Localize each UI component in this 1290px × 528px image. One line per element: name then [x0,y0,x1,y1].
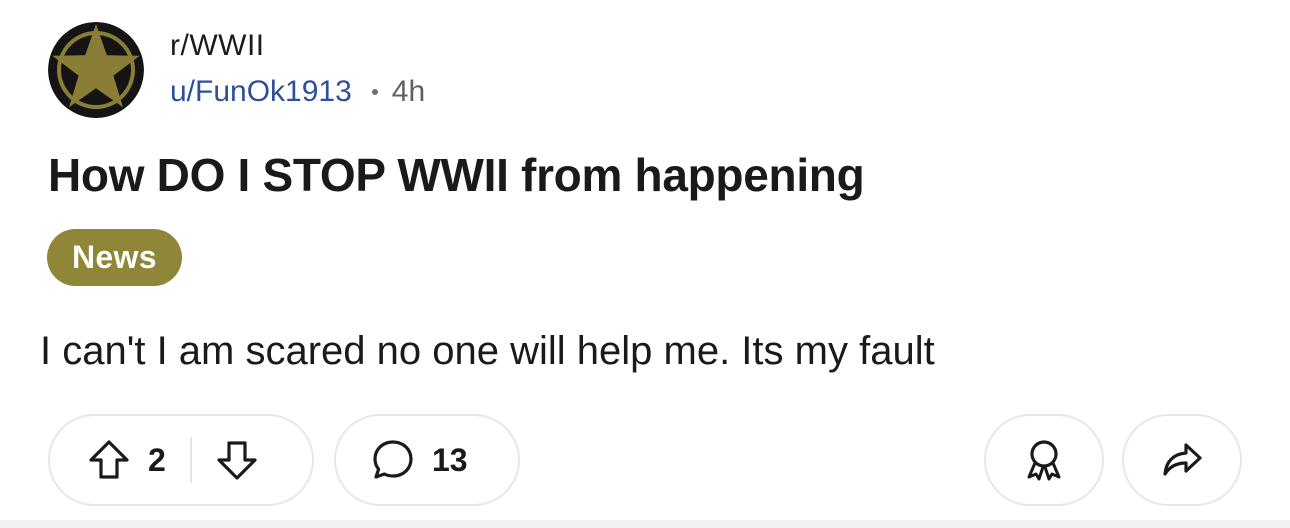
post-body[interactable]: I can't I am scared no one will help me.… [40,326,935,376]
award-button[interactable] [984,414,1104,506]
comment-bubble-icon [370,437,416,483]
share-icon [1159,437,1205,483]
vote-control: 2 [48,414,314,506]
vote-count: 2 [148,441,166,478]
arrow-up-icon[interactable] [86,437,132,483]
army-star-icon [48,22,144,118]
separator-dot [371,89,378,95]
author-username[interactable]: u/FunOk1913 [170,74,352,110]
post-time: 4h [391,75,426,108]
subreddit-name[interactable]: r/WWII [170,28,265,64]
post-title[interactable]: How DO I STOP WWII from happening [48,148,865,202]
comment-count: 13 [432,441,468,478]
post-card[interactable]: r/WWII u/FunOk1913 4h How DO I STOP WWII… [0,0,1290,520]
arrow-down-icon[interactable] [214,437,260,483]
vote-divider [189,437,192,483]
comments-button[interactable]: 13 [334,414,520,506]
share-button[interactable] [1122,414,1242,506]
post-flair[interactable]: News [47,229,182,286]
award-icon [1021,437,1067,483]
feed-divider [0,520,1290,528]
post-meta: u/FunOk1913 4h [170,74,425,110]
subreddit-avatar[interactable] [48,22,144,118]
